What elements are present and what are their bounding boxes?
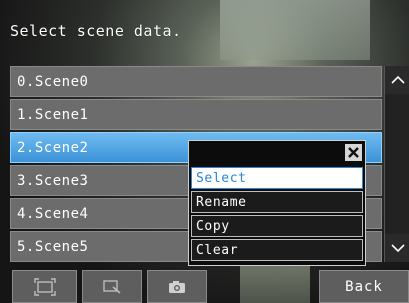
zoom-region-icon	[103, 279, 121, 294]
zoom-region-button[interactable]	[82, 270, 142, 303]
background-object	[220, 0, 370, 60]
back-button[interactable]: Back	[319, 270, 409, 303]
menu-item-rename[interactable]: Rename	[191, 191, 363, 213]
context-menu-items: Select Rename Copy Clear	[191, 167, 363, 263]
menu-item-copy[interactable]: Copy	[191, 215, 363, 237]
close-button[interactable]	[345, 144, 362, 161]
menu-item-clear[interactable]: Clear	[191, 239, 363, 261]
scroll-up-button[interactable]	[385, 66, 409, 94]
chevron-down-icon	[390, 244, 405, 253]
chevron-up-icon	[390, 75, 405, 84]
page-title: Select scene data.	[10, 22, 182, 40]
camera-button[interactable]	[147, 270, 207, 303]
scroll-down-button[interactable]	[385, 234, 409, 262]
scene-list-scrollbar[interactable]	[384, 66, 409, 262]
menu-item-select[interactable]: Select	[191, 167, 363, 189]
bottom-toolbar: Back	[0, 264, 409, 303]
fit-frame-button[interactable]	[12, 270, 77, 303]
scene-context-menu: Select Rename Copy Clear	[188, 140, 366, 266]
fit-frame-icon	[33, 277, 56, 296]
scene-row-1[interactable]: 1.Scene1	[10, 99, 382, 130]
scene-row-0[interactable]: 0.Scene0	[10, 66, 382, 97]
close-icon	[348, 147, 359, 158]
camera-icon	[169, 280, 185, 293]
